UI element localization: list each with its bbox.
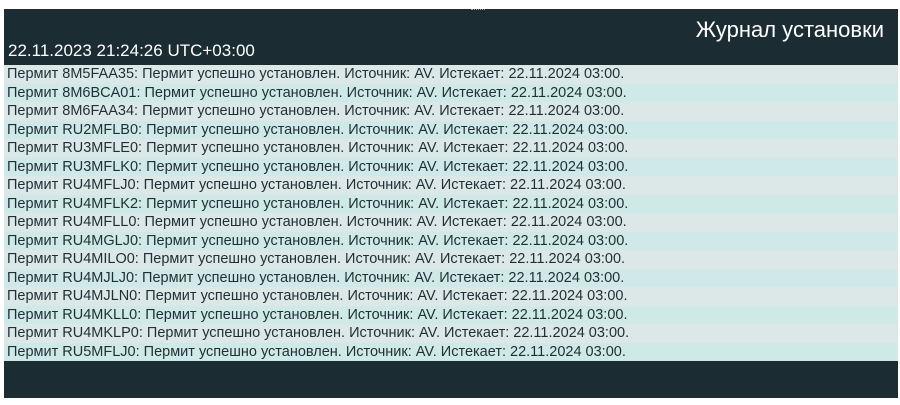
log-entry: Пермит RU4MILO0: Пермит успешно установл…	[4, 250, 898, 269]
log-entry: Пермит RU3MFLK0: Пермит успешно установл…	[4, 157, 898, 176]
log-entry: Пермит RU4MGLJ0: Пермит успешно установл…	[4, 231, 898, 250]
log-entry: Пермит RU4MKLL0: Пермит успешно установл…	[4, 305, 898, 324]
log-entry: Пермит 8M6BCA01: Пермит успешно установл…	[4, 83, 898, 102]
log-entry: Пермит RU4MJLJ0: Пермит успешно установл…	[4, 268, 898, 287]
log-entry: Пермит RU4MFLK2: Пермит успешно установл…	[4, 194, 898, 213]
log-list[interactable]: Пермит 8M5FAA35: Пермит успешно установл…	[4, 65, 898, 384]
log-timestamp: 22.11.2023 21:24:26 UTC+03:00	[8, 41, 255, 60]
log-entry: Пермит RU4MKLP0: Пермит успешно установл…	[4, 324, 898, 343]
log-entry: Пермит RU3MFLE0: Пермит успешно установл…	[4, 139, 898, 158]
log-entry: Пермит RU2MFLB0: Пермит успешно установл…	[4, 120, 898, 139]
log-entry: Пермит RU4MFLJ0: Пермит успешно установл…	[4, 176, 898, 195]
drag-handle-icon[interactable]	[471, 9, 485, 12]
log-entry: Пермит RU4MFLL0: Пермит успешно установл…	[4, 213, 898, 232]
log-entry: Пермит 8M6FAA34: Пермит успешно установл…	[4, 102, 898, 121]
log-entry: Пермит 8M5FAA35: Пермит успешно установл…	[4, 65, 898, 84]
log-footer-bar	[4, 382, 898, 398]
log-entry: Пермит RU4MJLN0: Пермит успешно установл…	[4, 287, 898, 306]
window-title: Журнал установки	[695, 17, 884, 42]
install-log-window: Журнал установки 22.11.2023 21:24:26 UTC…	[4, 9, 898, 398]
log-entry: Пермит RU5MFLJ0: Пермит успешно установл…	[4, 342, 898, 361]
